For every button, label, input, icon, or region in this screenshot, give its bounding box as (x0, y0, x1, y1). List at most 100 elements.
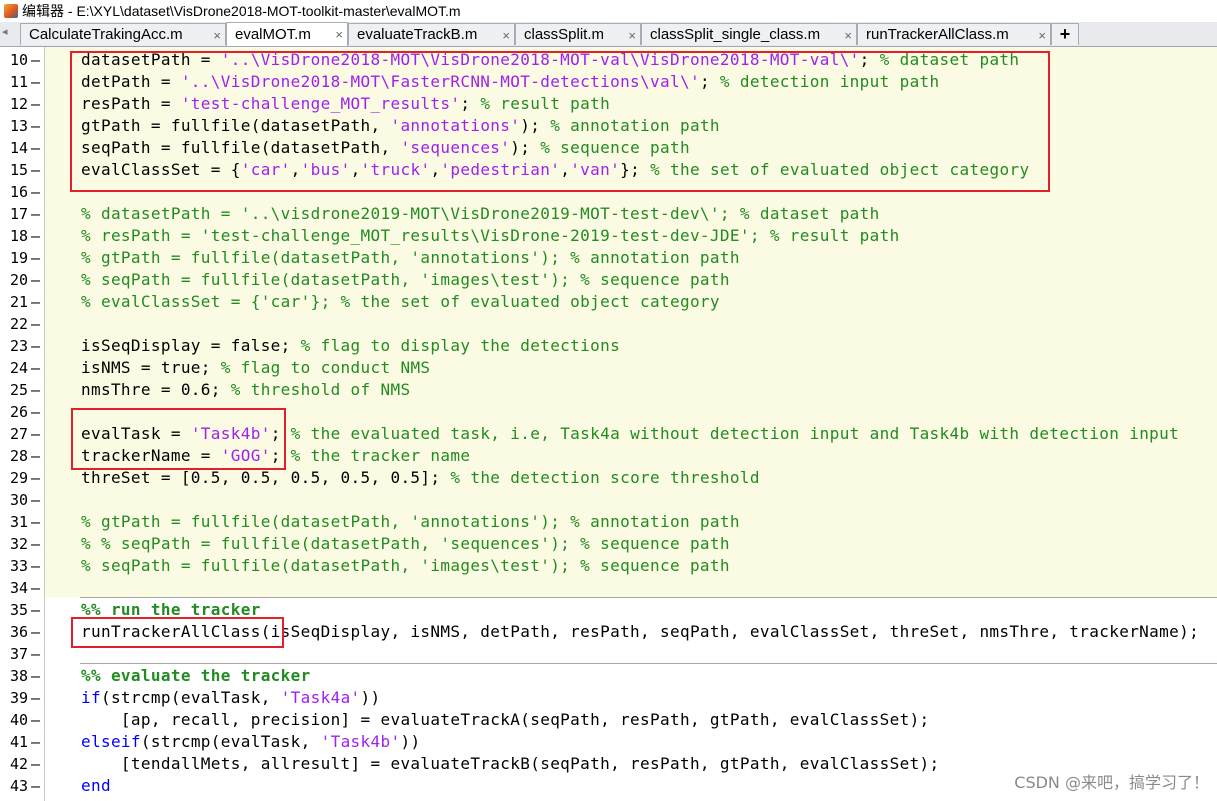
breakpoint-marker[interactable]: – (31, 313, 40, 335)
breakpoint-marker[interactable]: – (31, 115, 40, 137)
line-number: 12 (9, 95, 28, 113)
code-line[interactable]: 41– elseif(strcmp(evalTask, 'Task4b')) (0, 731, 1217, 753)
line-number: 13 (9, 117, 28, 135)
code-line[interactable]: 34– (0, 577, 1217, 599)
line-number: 19 (9, 249, 28, 267)
breakpoint-marker[interactable]: – (31, 401, 40, 423)
code-line[interactable]: 39– if(strcmp(evalTask, 'Task4a')) (0, 687, 1217, 709)
breakpoint-marker[interactable]: – (31, 467, 40, 489)
breakpoint-marker[interactable]: – (31, 159, 40, 181)
breakpoint-marker[interactable]: – (31, 445, 40, 467)
line-number: 20 (9, 271, 28, 289)
line-number: 42 (9, 755, 28, 773)
breakpoint-marker[interactable]: – (31, 555, 40, 577)
line-number: 35 (9, 601, 28, 619)
code-line[interactable]: 23– isSeqDisplay = false; % flag to displ… (0, 335, 1217, 357)
line-number: 17 (9, 205, 28, 223)
code-line[interactable]: 31– % gtPath = fullfile(datasetPath, 'ann… (0, 511, 1217, 533)
code-line[interactable]: 18– % resPath = 'test-challenge_MOT_resul… (0, 225, 1217, 247)
watermark: CSDN @来吧，搞学习了！ (1014, 773, 1209, 792)
code-line[interactable]: 25– nmsThre = 0.6; % threshold of NMS (0, 379, 1217, 401)
close-icon[interactable]: × (844, 28, 852, 43)
breakpoint-marker[interactable]: – (31, 225, 40, 247)
tab-runtrackerallclass[interactable]: runTrackerAllClass.m × (857, 23, 1051, 45)
breakpoint-marker[interactable]: – (31, 621, 40, 643)
tab-label: classSplit.m (524, 26, 605, 43)
breakpoint-marker[interactable]: – (31, 49, 40, 71)
code-line[interactable]: 33– % seqPath = fullfile(datasetPath, 'im… (0, 555, 1217, 577)
breakpoint-marker[interactable]: – (31, 599, 40, 621)
code-line[interactable]: 22– (0, 313, 1217, 335)
code-line[interactable]: 40– [ap, recall, precision] = evaluateTr… (0, 709, 1217, 731)
breakpoint-marker[interactable]: – (31, 291, 40, 313)
breakpoint-marker[interactable]: – (31, 247, 40, 269)
code-text: % gtPath = fullfile(datasetPath, 'annota… (81, 248, 740, 267)
line-number: 41 (9, 733, 28, 751)
code-line[interactable]: 19– % gtPath = fullfile(datasetPath, 'ann… (0, 247, 1217, 269)
tab-classsplit-single-class[interactable]: classSplit_single_class.m × (641, 23, 857, 45)
close-icon[interactable]: × (1038, 28, 1046, 43)
close-icon[interactable]: × (628, 28, 636, 43)
code-line[interactable]: 17– % datasetPath = '..\visdrone2019-MOT\… (0, 203, 1217, 225)
breakpoint-marker[interactable]: – (31, 753, 40, 775)
breakpoint-marker[interactable]: – (31, 687, 40, 709)
code-line[interactable]: 38– %% evaluate the tracker (0, 665, 1217, 687)
breakpoint-marker[interactable]: – (31, 731, 40, 753)
line-number: 34 (9, 579, 28, 597)
line-number: 43 (9, 777, 28, 795)
tab-evalmot[interactable]: evalMOT.m × (226, 22, 348, 46)
code-editor[interactable]: 10– datasetPath = '..\VisDrone2018-MOT\Vi… (0, 47, 1217, 801)
code-text: nmsThre = 0.6; % threshold of NMS (81, 380, 411, 399)
breakpoint-marker[interactable]: – (31, 511, 40, 533)
code-line[interactable]: 24– isNMS = true; % flag to conduct NMS (0, 357, 1217, 379)
breakpoint-marker[interactable]: – (31, 577, 40, 599)
breakpoint-marker[interactable]: – (31, 93, 40, 115)
breakpoint-marker[interactable]: – (31, 775, 40, 797)
code-line[interactable]: 32– % % seqPath = fullfile(datasetPath, '… (0, 533, 1217, 555)
highlight-box-run-tracker (71, 617, 284, 648)
breakpoint-marker[interactable]: – (31, 269, 40, 291)
breakpoint-marker[interactable]: – (31, 335, 40, 357)
breakpoint-marker[interactable]: – (31, 665, 40, 687)
tab-calculatetrakingacc[interactable]: CalculateTrakingAcc.m × (20, 23, 226, 45)
breakpoint-marker[interactable]: – (31, 533, 40, 555)
tab-evaluatetrackb[interactable]: evaluateTrackB.m × (348, 23, 515, 45)
breakpoint-marker[interactable]: – (31, 379, 40, 401)
close-icon[interactable]: × (502, 28, 510, 43)
breakpoint-marker[interactable]: – (31, 181, 40, 203)
breakpoint-marker[interactable]: – (31, 643, 40, 665)
tab-label: evalMOT.m (235, 26, 311, 43)
code-line[interactable]: 29– threSet = [0.5, 0.5, 0.5, 0.5, 0.5]; … (0, 467, 1217, 489)
code-text: % gtPath = fullfile(datasetPath, 'annota… (81, 512, 740, 531)
code-line[interactable]: 21– % evalClassSet = {'car'}; % the set o… (0, 291, 1217, 313)
line-number: 37 (9, 645, 28, 663)
code-text: end (81, 776, 111, 795)
highlight-box-task-tracker (71, 408, 286, 470)
line-number: 14 (9, 139, 28, 157)
close-icon[interactable]: × (213, 28, 221, 43)
tab-scroll-left-icon[interactable]: ◂ (2, 25, 8, 38)
line-number: 16 (9, 183, 28, 201)
window-title: 编辑器 - E:\XYL\dataset\VisDrone2018-MOT-to… (22, 3, 461, 19)
breakpoint-marker[interactable]: – (31, 137, 40, 159)
code-text: % seqPath = fullfile(datasetPath, 'image… (81, 270, 730, 289)
close-icon[interactable]: × (335, 27, 343, 42)
line-number: 40 (9, 711, 28, 729)
breakpoint-marker[interactable]: – (31, 423, 40, 445)
code-text: % resPath = 'test-challenge_MOT_results\… (81, 226, 900, 245)
breakpoint-marker[interactable]: – (31, 357, 40, 379)
breakpoint-marker[interactable]: – (31, 489, 40, 511)
line-number: 21 (9, 293, 28, 311)
breakpoint-marker[interactable]: – (31, 71, 40, 93)
line-number: 30 (9, 491, 28, 509)
new-tab-button[interactable]: + (1051, 23, 1079, 45)
code-line[interactable]: 20– % seqPath = fullfile(datasetPath, 'im… (0, 269, 1217, 291)
line-number: 22 (9, 315, 28, 333)
line-number: 15 (9, 161, 28, 179)
tab-classsplit[interactable]: classSplit.m × (515, 23, 641, 45)
breakpoint-marker[interactable]: – (31, 709, 40, 731)
breakpoint-marker[interactable]: – (31, 203, 40, 225)
code-line[interactable]: 30– (0, 489, 1217, 511)
tab-label: CalculateTrakingAcc.m (29, 26, 183, 43)
line-number: 31 (9, 513, 28, 531)
